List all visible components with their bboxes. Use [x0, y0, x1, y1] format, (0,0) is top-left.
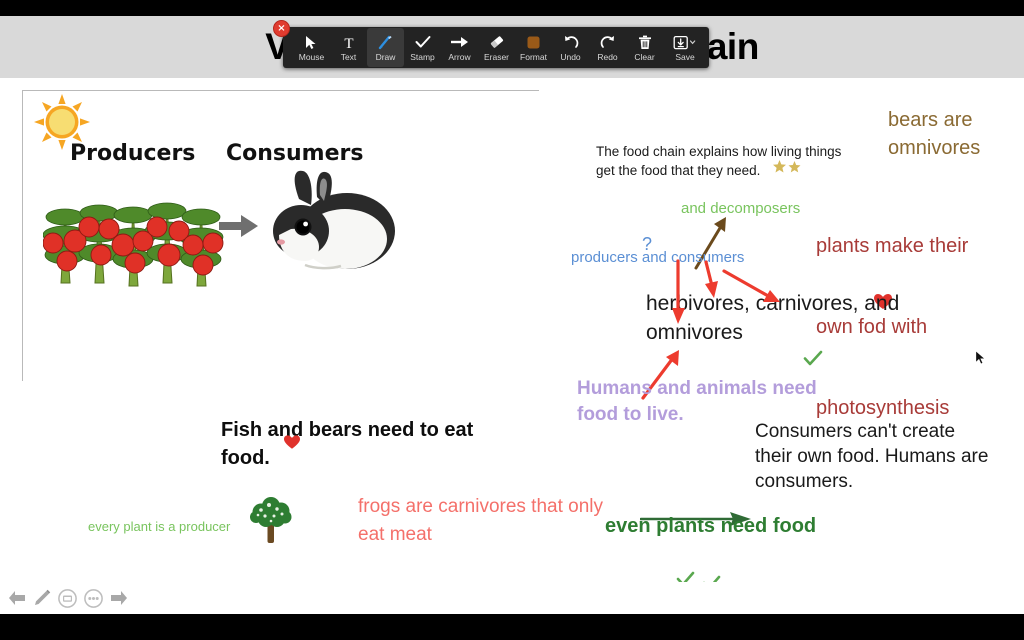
gray-arrow-icon [219, 215, 258, 237]
bottom-navigation-bar [0, 582, 1024, 614]
tool-mouse-label: Mouse [298, 52, 325, 62]
close-toolbar-button[interactable]: × [273, 20, 290, 37]
rabbit-icon [273, 170, 395, 270]
annotation-fish-bears[interactable]: Fish and bears need to eat food. [221, 416, 473, 472]
annotation-photosynthesis-line3[interactable]: photosynthesis [816, 395, 968, 422]
tool-undo[interactable]: Undo [552, 28, 589, 67]
cursor-arrow-icon [305, 32, 318, 52]
tool-mouse[interactable]: Mouse [293, 28, 330, 67]
annotation-bears-omnivores[interactable]: bears are omnivores [888, 106, 980, 162]
tool-eraser-label: Eraser [483, 52, 510, 62]
consumers-label: Consumers [226, 141, 364, 166]
tool-text-label: Text [340, 52, 357, 62]
pen-stroke-icon [378, 32, 394, 52]
annotation-photosynthesis-line1[interactable]: plants make their [816, 233, 968, 260]
tool-clear[interactable]: Clear [626, 28, 663, 67]
heart-icon[interactable] [284, 435, 300, 450]
redo-arrow-icon [600, 32, 616, 52]
tool-text[interactable]: T Text [330, 28, 367, 67]
checkmark-icon [415, 32, 431, 52]
tool-eraser[interactable]: Eraser [478, 28, 515, 67]
mouse-cursor [975, 350, 986, 365]
tool-save-label: Save [675, 52, 695, 62]
tool-redo[interactable]: Redo [589, 28, 626, 67]
annotation-every-plant[interactable]: every plant is a producer [88, 519, 230, 534]
tool-arrow-label: Arrow [448, 52, 471, 62]
pencil-icon[interactable] [33, 589, 51, 607]
tool-format-label: Format [520, 52, 547, 62]
star-icon[interactable] [772, 159, 802, 175]
tool-draw-label: Draw [375, 52, 396, 62]
checkmark-stamp-icon[interactable] [803, 350, 823, 367]
whiteboard-icon[interactable] [58, 588, 77, 608]
annotation-toolbar: × Mouse T Text Draw Stamp Arrow Eraser F… [273, 20, 709, 68]
tool-stamp-label: Stamp [410, 52, 435, 62]
text-t-icon: T [342, 32, 356, 52]
trash-icon [638, 32, 652, 52]
tool-save[interactable]: Save [663, 28, 707, 67]
tool-draw[interactable]: Draw [367, 28, 404, 67]
producers-label: Producers [70, 141, 196, 166]
undo-arrow-icon [563, 32, 579, 52]
annotation-frogs[interactable]: frogs are carnivores that only eat meat [358, 493, 603, 549]
tool-format[interactable]: Format [515, 28, 552, 67]
more-options-icon[interactable] [84, 588, 103, 608]
slide-image-frame: Producers Consumers [22, 90, 539, 381]
tool-stamp[interactable]: Stamp [404, 28, 441, 67]
svg-text:T: T [344, 36, 353, 50]
tree-icon[interactable] [247, 496, 295, 544]
annotation-consumers-note[interactable]: Consumers can't create their own food. H… [755, 419, 988, 494]
annotation-even-plants[interactable]: even plants need food [605, 515, 816, 538]
tomato-plants-icon [43, 202, 224, 287]
forward-arrow-icon[interactable] [110, 590, 128, 606]
save-download-icon [673, 32, 697, 52]
tool-clear-label: Clear [634, 52, 655, 62]
color-swatch-icon [526, 32, 541, 52]
annotation-intro[interactable]: The food chain explains how living thing… [596, 142, 841, 180]
tool-arrow[interactable]: Arrow [441, 28, 478, 67]
right-arrow-icon [450, 32, 469, 52]
eraser-icon [489, 32, 505, 52]
tool-undo-label: Undo [560, 52, 581, 62]
back-arrow-icon[interactable] [8, 590, 26, 606]
tool-redo-label: Redo [597, 52, 618, 62]
whiteboard-canvas[interactable]: Producers Consumers The food chain expla… [0, 78, 1024, 590]
app-window: Video Reactions: Food chain × Mouse T Te… [0, 0, 1024, 640]
